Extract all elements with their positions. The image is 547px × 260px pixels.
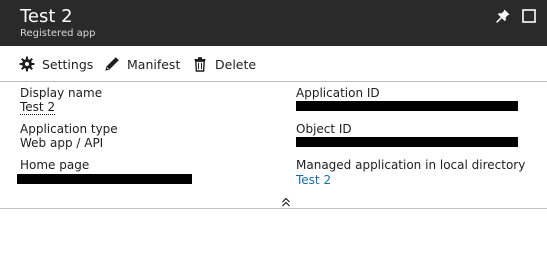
application-type-value: Web app / API <box>20 136 104 150</box>
blade-title: Test 2 <box>20 6 73 27</box>
command-bar: Settings Manifest Delete <box>0 46 547 82</box>
managed-app-label: Managed application in local directory <box>296 158 526 172</box>
object-id-label: Object ID <box>296 122 352 136</box>
pin-icon[interactable] <box>495 8 511 24</box>
blade-subtitle: Registered app <box>20 28 96 39</box>
collapse-essentials-button[interactable] <box>280 194 292 208</box>
manifest-label: Manifest <box>127 56 181 72</box>
display-name-label: Display name <box>20 86 103 100</box>
display-name-value[interactable]: Test 2 <box>20 100 56 115</box>
delete-button[interactable]: Delete <box>192 55 256 73</box>
home-page-label: Home page <box>20 158 90 172</box>
blade-header: Test 2 Registered app <box>0 0 547 46</box>
application-type-label: Application type <box>20 122 118 136</box>
application-id-value-redacted <box>296 101 518 111</box>
gear-icon <box>19 56 35 72</box>
essentials-divider <box>0 208 547 209</box>
pencil-icon <box>105 57 119 71</box>
trash-icon <box>194 57 206 72</box>
home-page-value-redacted[interactable] <box>17 174 192 184</box>
managed-app-link[interactable]: Test 2 <box>296 173 331 187</box>
chevron-up-double-icon <box>282 197 290 207</box>
application-id-label: Application ID <box>296 86 380 100</box>
delete-label: Delete <box>215 56 257 72</box>
object-id-value-redacted <box>296 137 518 147</box>
settings-label: Settings <box>42 56 94 72</box>
settings-button[interactable]: Settings <box>19 55 93 73</box>
maximize-icon[interactable] <box>521 8 537 24</box>
manifest-button[interactable]: Manifest <box>104 55 180 73</box>
